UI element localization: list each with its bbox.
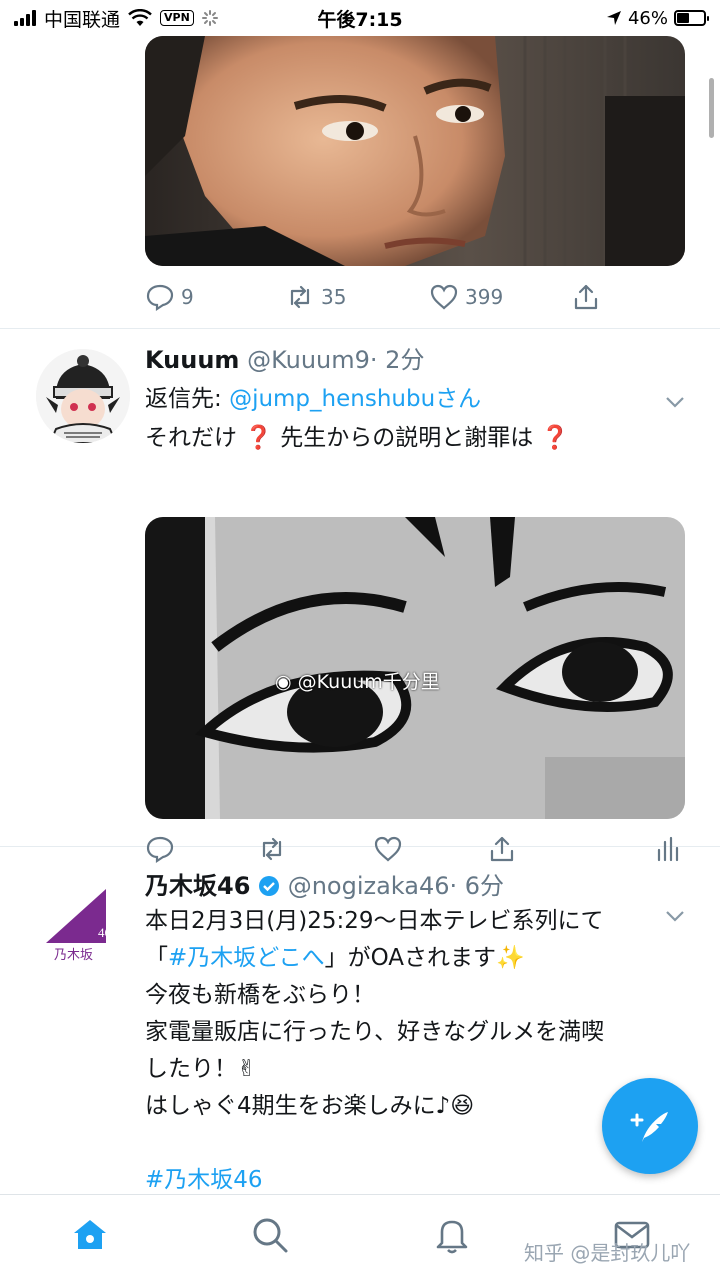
like-count: 399 xyxy=(465,285,504,309)
tweet-text-line: 家電量販店に行ったり、好きなグルメを満喫 xyxy=(145,1019,605,1045)
author-handle[interactable]: @nogizaka46 xyxy=(288,872,450,900)
retweet-icon xyxy=(290,285,310,309)
notifications-icon[interactable] xyxy=(432,1215,472,1255)
tweet-text: それだけ ❓ 先生からの説明と謝罪は ❓ xyxy=(145,425,570,451)
wifi-icon xyxy=(128,9,152,26)
reply-count: 9 xyxy=(181,285,194,309)
share-icon xyxy=(574,284,598,310)
carrier-label: 中国联通 xyxy=(44,8,121,31)
man-portrait-photo xyxy=(145,36,685,266)
retweet-button[interactable]: 35 xyxy=(285,277,346,317)
reply-to-link[interactable]: @jump_henshubuさん xyxy=(229,386,481,412)
author-name[interactable]: 乃木坂46 xyxy=(145,872,250,900)
tweet-text-fragment: 」がOAされます✨ xyxy=(324,945,525,971)
tweet-text-line: 本日2月3日(月)25:29〜日本テレビ系列にて xyxy=(145,908,604,934)
svg-text:46: 46 xyxy=(98,925,112,940)
heart-icon xyxy=(430,284,458,310)
battery-icon xyxy=(674,10,709,26)
signal-icon xyxy=(14,10,36,26)
avatar[interactable]: 46 乃木坂 xyxy=(36,871,130,965)
reply-prefix: 返信先: xyxy=(145,386,230,412)
loading-spinner-icon xyxy=(201,10,218,26)
retweet-count: 35 xyxy=(321,285,347,309)
scroll-indicator[interactable] xyxy=(709,78,714,138)
zhihu-watermark: 知乎 @是封玖儿吖 xyxy=(524,1241,691,1265)
tweet-text-line: したり！✌ xyxy=(145,1056,257,1082)
author-handle[interactable]: @Kuuum9 xyxy=(247,346,370,374)
like-button[interactable]: 399 xyxy=(429,277,503,317)
timeline-feed[interactable]: 9 35 399 Kuuum @Kuuum9· 2分 返信先: @jump_he… xyxy=(0,36,720,1194)
location-arrow-icon xyxy=(606,11,621,25)
reply-button[interactable]: 9 xyxy=(145,277,194,317)
tweet-photo[interactable] xyxy=(145,36,685,266)
vpn-badge: VPN xyxy=(160,10,194,26)
anime-avatar-image xyxy=(36,349,130,443)
image-watermark: ◉ @Kuuum千分里 xyxy=(275,671,440,693)
svg-text:乃木坂: 乃木坂 xyxy=(54,947,93,962)
nogizaka-logo: 46 乃木坂 xyxy=(46,889,112,962)
avatar[interactable] xyxy=(36,349,130,443)
tweet-time: · 6分 xyxy=(449,872,505,900)
tweet-text-line: 今夜も新橋をぶらり！ xyxy=(145,982,375,1008)
reply-icon xyxy=(146,284,174,312)
chevron-down-icon[interactable] xyxy=(664,905,686,927)
tweet-text-fragment: 「 xyxy=(145,945,168,971)
hashtag-link[interactable]: #乃木坂どこへ xyxy=(168,945,325,971)
weibo-icon: ◉ xyxy=(275,671,292,693)
tweet-photo[interactable]: ◉ @Kuuum千分里 xyxy=(145,517,685,819)
verified-badge-icon xyxy=(259,876,280,896)
bottom-tab-bar: 知乎 @是封玖儿吖 xyxy=(0,1194,720,1280)
compose-feather-icon xyxy=(630,1112,668,1142)
tweet[interactable]: 9 35 399 xyxy=(0,36,720,329)
author-name[interactable]: Kuuum xyxy=(145,346,239,374)
share-button[interactable] xyxy=(571,277,601,317)
battery-percent: 46% xyxy=(627,7,668,29)
tweet[interactable]: Kuuum @Kuuum9· 2分 返信先: @jump_henshubuさん … xyxy=(0,329,720,864)
hashtag-link[interactable]: #乃木坂46 xyxy=(145,1167,263,1193)
tweet-time: · 2分 xyxy=(369,346,425,374)
chevron-down-icon[interactable] xyxy=(664,391,686,413)
home-icon[interactable] xyxy=(70,1215,110,1255)
compose-tweet-button[interactable] xyxy=(602,1078,698,1174)
status-bar: 中国联通 VPN 午後7:15 46% xyxy=(0,0,720,36)
search-icon[interactable] xyxy=(250,1215,290,1255)
